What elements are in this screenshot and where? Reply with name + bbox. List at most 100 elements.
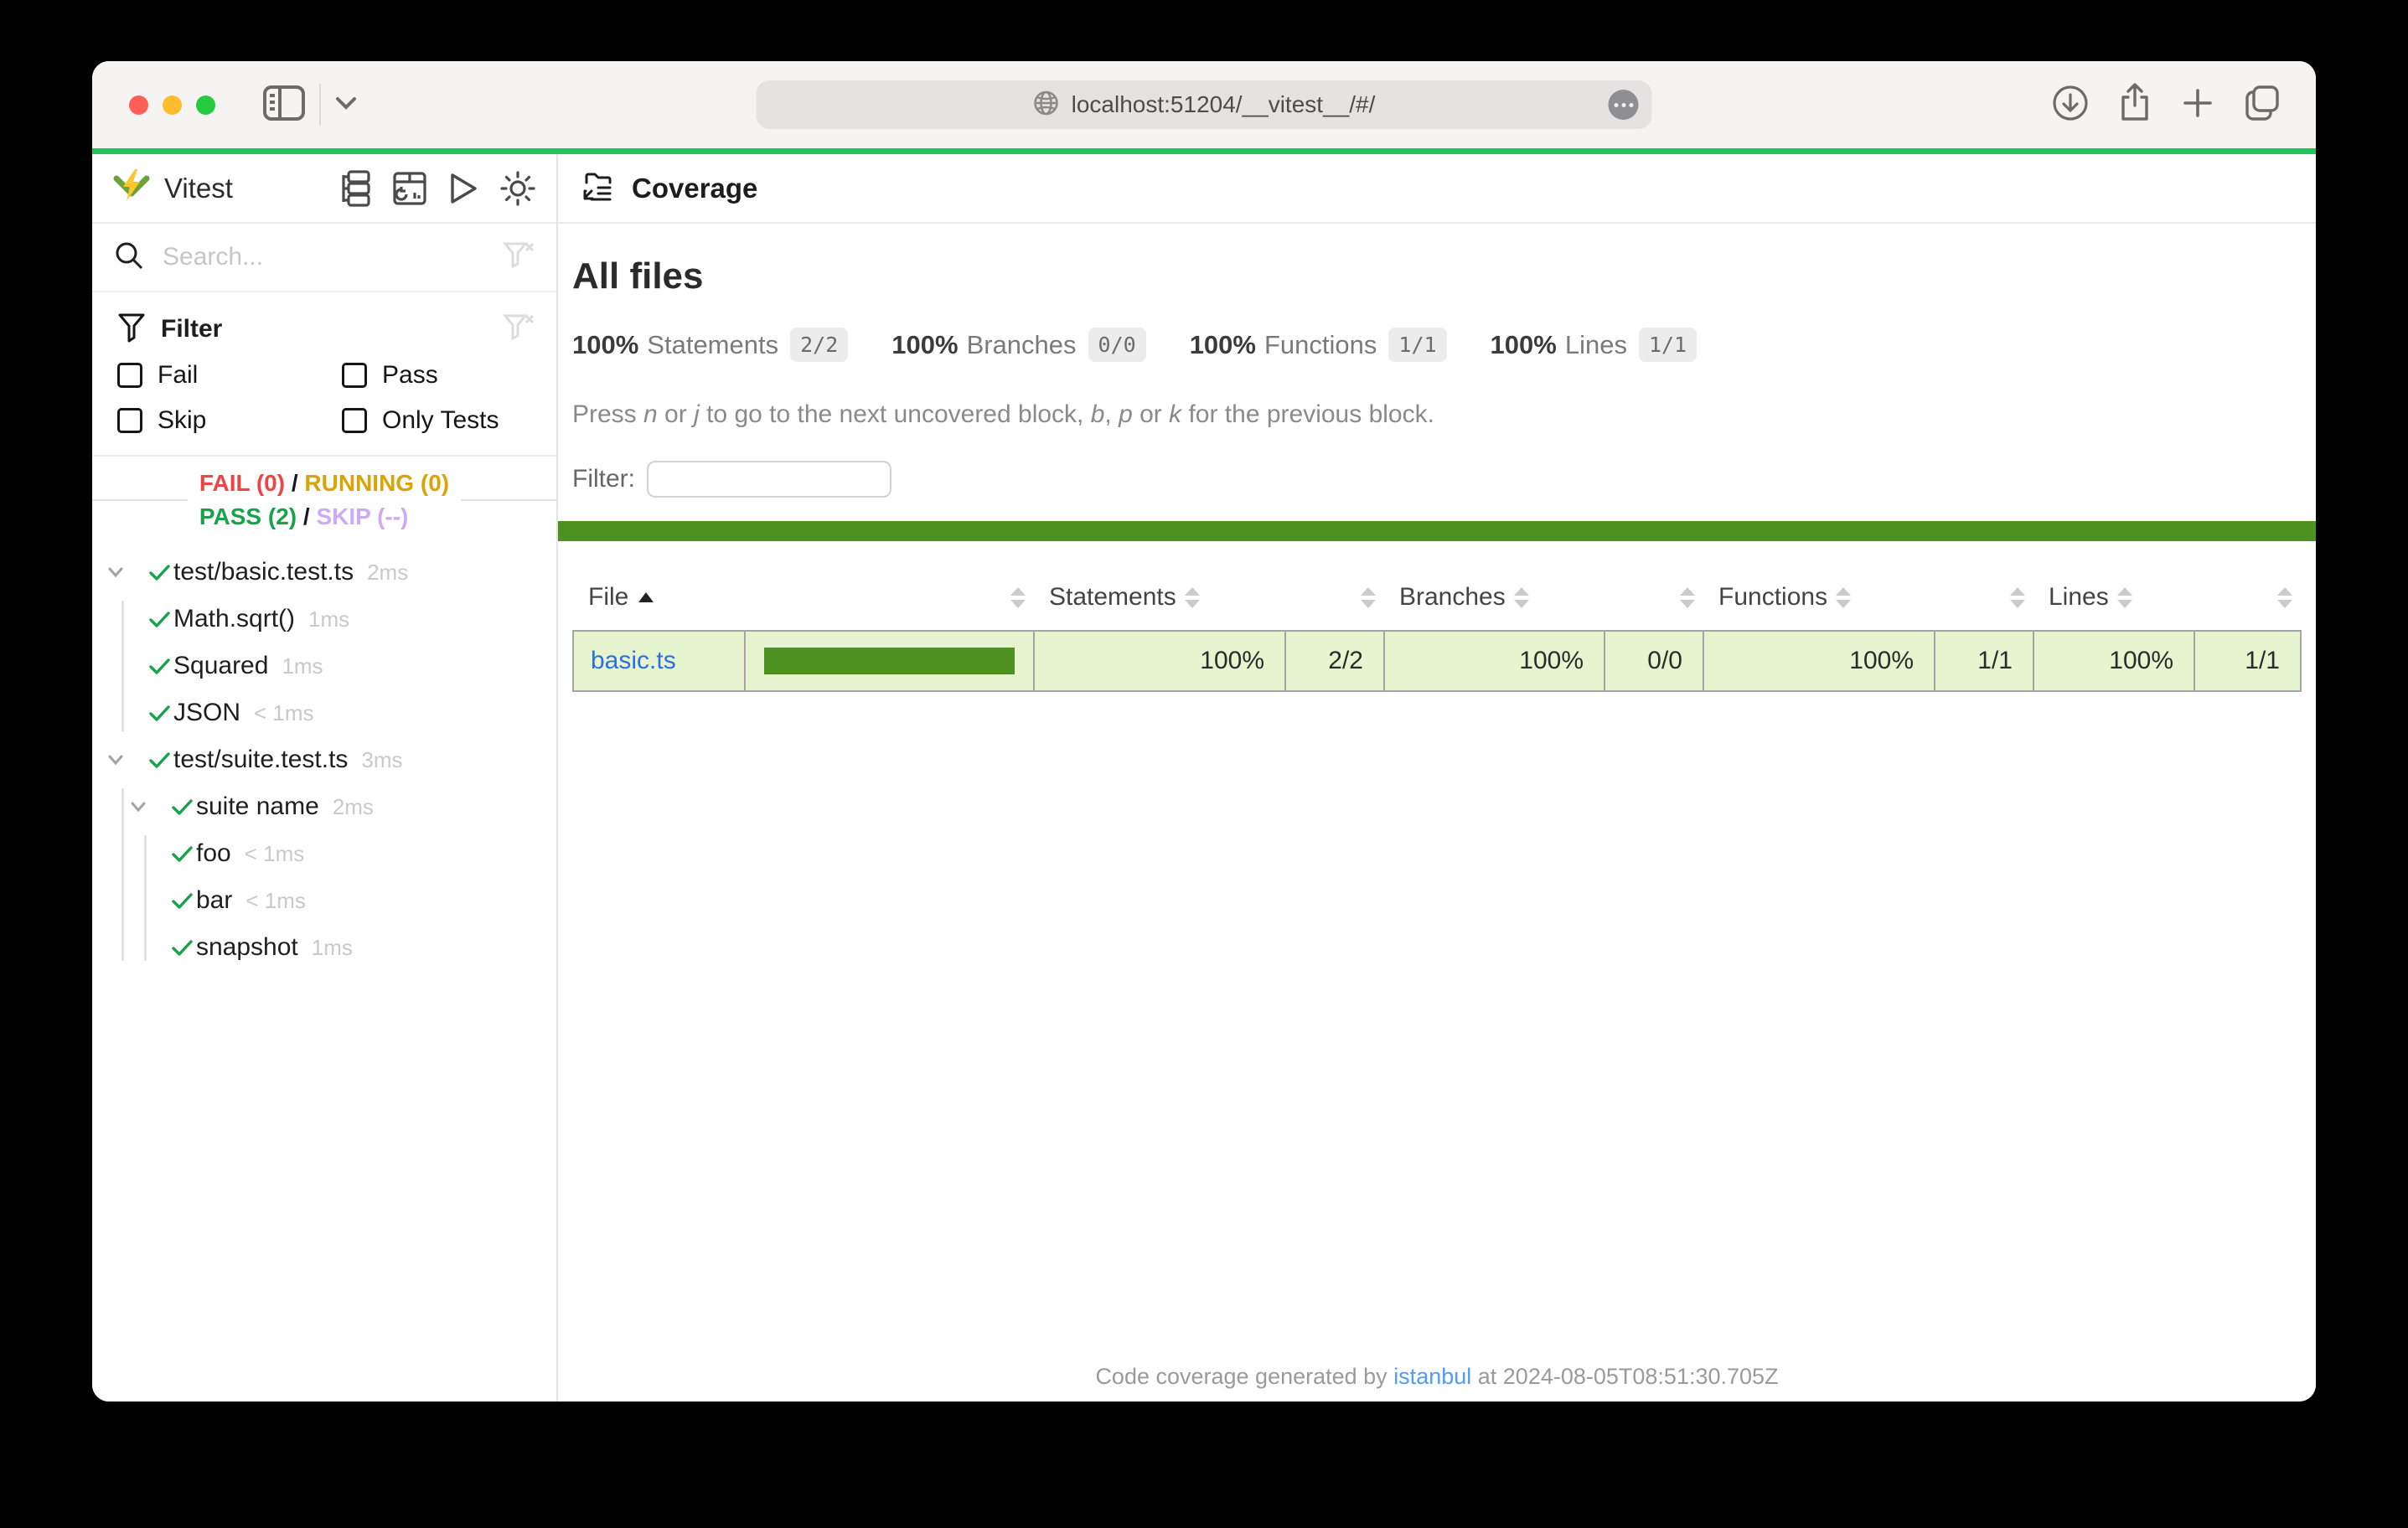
checkbox[interactable] (342, 408, 367, 433)
sort-carets-icon[interactable] (2117, 587, 2132, 608)
summary-segment: FAIL (0) (199, 470, 285, 496)
divider (92, 499, 188, 501)
filter-option-pass[interactable]: Pass (342, 361, 556, 390)
sort-carets-icon[interactable] (2277, 587, 2292, 608)
app-title: Vitest (164, 173, 233, 204)
tree-item-bar[interactable]: bar< 1ms (92, 877, 556, 924)
new-tab-icon[interactable] (2180, 85, 2215, 125)
metric-fraction-cell: 2/2 (1285, 631, 1384, 691)
run-all-icon[interactable] (447, 171, 479, 206)
search-input[interactable] (163, 243, 503, 271)
sort-carets-icon[interactable] (2010, 587, 2025, 608)
footer-timestamp: at 2024-08-05T08:51:30.705Z (1471, 1364, 1778, 1389)
test-name: suite name (196, 792, 319, 821)
summary-line: FAIL (0) / RUNNING (0) (199, 467, 449, 500)
hint-text: or (658, 400, 694, 428)
sort-carets-icon[interactable] (1514, 587, 1529, 608)
summary-segment: RUNNING (0) (304, 470, 449, 496)
coverage-panel: Coverage All files 100%Statements2/2100%… (558, 154, 2316, 1402)
close-window-button[interactable] (129, 96, 148, 115)
file-link[interactable]: basic.ts (591, 647, 676, 674)
address-bar[interactable]: localhost:51204/__vitest__/#/ (757, 80, 1652, 129)
page-ellipsis-icon[interactable] (1609, 90, 1639, 120)
tree-item-snapshot[interactable]: snapshot 1ms (92, 924, 556, 971)
metric-fraction-cell: 0/0 (1604, 631, 1703, 691)
test-duration: 1ms (282, 653, 323, 679)
download-icon[interactable] (2051, 84, 2090, 126)
sort-carets-icon[interactable] (1185, 587, 1200, 608)
sort-carets-icon[interactable] (1680, 587, 1695, 608)
tree-item-squared[interactable]: Squared 1ms (92, 643, 556, 689)
dashboard-icon[interactable] (392, 171, 427, 206)
page-title: Coverage (632, 173, 757, 204)
tree-guide-line (144, 835, 147, 961)
stat-label: Lines (1565, 330, 1627, 360)
theme-sun-icon[interactable] (499, 170, 536, 207)
test-tree: test/basic.test.ts2msMath.sqrt()1msSquar… (92, 544, 556, 1402)
test-name: Squared (173, 652, 268, 680)
column-header-lines[interactable]: Lines (2033, 571, 2194, 631)
tree-item-test-basic-test-ts[interactable]: test/basic.test.ts2ms (92, 549, 556, 596)
chevron-down-icon[interactable] (334, 96, 358, 115)
test-duration: 1ms (312, 935, 353, 961)
stat-percent: 100% (1190, 330, 1256, 360)
tree-item-json[interactable]: JSON< 1ms (92, 689, 556, 736)
tree-item-foo[interactable]: foo< 1ms (92, 830, 556, 877)
sort-carets-icon[interactable] (1361, 587, 1376, 608)
share-icon[interactable] (2116, 82, 2153, 128)
column-header-functions-fraction[interactable] (1935, 571, 2033, 631)
filter-option-skip[interactable]: Skip (117, 406, 342, 435)
test-name: snapshot (196, 933, 298, 962)
column-header-statements[interactable]: Statements (1034, 571, 1285, 631)
chevron-down-icon[interactable] (123, 794, 153, 819)
tree-item-test-suite-test-ts[interactable]: test/suite.test.ts3ms (92, 736, 556, 783)
pass-check-icon (169, 794, 195, 820)
column-header-lines-fraction[interactable] (2194, 571, 2301, 631)
filter-option-fail[interactable]: Fail (117, 361, 342, 390)
tree-guide-line (121, 788, 124, 961)
column-header-branches[interactable]: Branches (1384, 571, 1604, 631)
toolbar-separator (319, 84, 321, 126)
tree-item-suite-name[interactable]: suite name2ms (92, 783, 556, 830)
stat-fraction-badge: 1/1 (1388, 328, 1446, 362)
pass-check-icon (169, 888, 195, 914)
coverage-filter-input[interactable] (647, 461, 891, 498)
tree-item-math-sqrt-[interactable]: Math.sqrt()1ms (92, 596, 556, 643)
footer-text: Code coverage generated by (1095, 1364, 1393, 1389)
stat-branches: 100%Branches0/0 (891, 328, 1145, 362)
sidebar-toggle-icon[interactable] (262, 85, 306, 126)
column-header-file[interactable]: File (573, 571, 1034, 631)
stat-label: Functions (1264, 330, 1377, 360)
clear-filter-icon[interactable] (503, 312, 535, 347)
checkbox[interactable] (117, 363, 142, 388)
stat-label: Statements (647, 330, 778, 360)
tree-list-icon[interactable] (338, 170, 372, 207)
sort-carets-icon[interactable] (1836, 587, 1851, 608)
minimize-window-button[interactable] (163, 96, 182, 115)
test-name: test/basic.test.ts (173, 558, 354, 586)
checkbox-label: Skip (158, 406, 206, 435)
stat-fraction-badge: 1/1 (1639, 328, 1697, 362)
tab-overview-icon[interactable] (2242, 84, 2282, 126)
chevron-down-icon[interactable] (101, 560, 131, 585)
column-label: Branches (1399, 583, 1506, 612)
metric-percent-cell: 100% (1034, 631, 1285, 691)
checkbox[interactable] (117, 408, 142, 433)
sort-carets-icon[interactable] (1010, 587, 1026, 608)
coverage-heading: All files (572, 256, 2302, 297)
column-header-branches-fraction[interactable] (1604, 571, 1703, 631)
istanbul-link[interactable]: istanbul (1393, 1364, 1471, 1389)
zoom-window-button[interactable] (196, 96, 215, 115)
hint-text: Press (572, 400, 643, 428)
summary-line: PASS (2) / SKIP (--) (199, 500, 449, 534)
pass-check-icon (147, 560, 173, 586)
chevron-down-icon[interactable] (101, 747, 131, 772)
checkbox[interactable] (342, 363, 367, 388)
column-header-functions[interactable]: Functions (1703, 571, 1935, 631)
test-name: JSON (173, 699, 240, 727)
test-run-summary: FAIL (0) / RUNNING (0)PASS (2) / SKIP (-… (92, 457, 556, 544)
filter-option-only-tests[interactable]: Only Tests (342, 406, 556, 435)
hint-text: to go to the next uncovered block, (700, 400, 1091, 428)
column-header-statements-fraction[interactable] (1285, 571, 1384, 631)
clear-search-filter-icon[interactable] (503, 240, 535, 275)
